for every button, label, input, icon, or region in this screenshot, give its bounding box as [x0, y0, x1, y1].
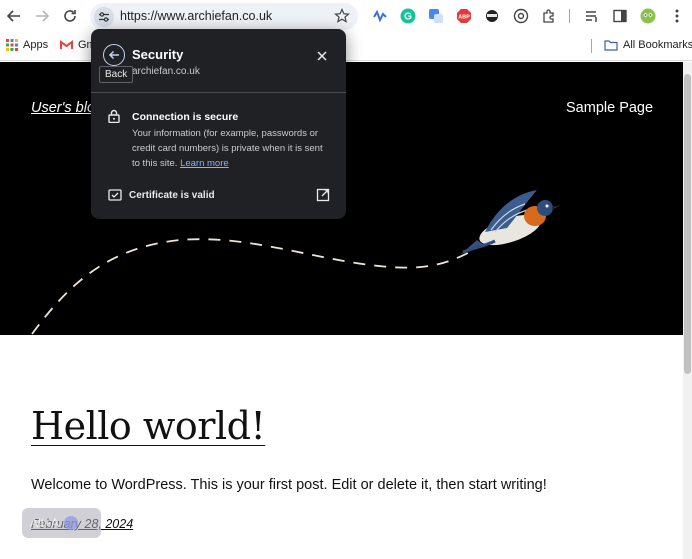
arrow-left-icon [108, 50, 119, 60]
bookmark-label: Apps [23, 39, 49, 51]
menu-button[interactable] [669, 8, 685, 24]
arrow-left-icon [7, 10, 20, 22]
shortcut-label: Alt+A [30, 516, 60, 530]
popup-back-button[interactable] [103, 44, 125, 66]
close-icon [317, 51, 327, 61]
back-tooltip: Back [99, 66, 134, 83]
connection-status-title: Connection is secure [132, 111, 239, 123]
toolbar-divider [569, 9, 570, 23]
back-button[interactable] [5, 7, 23, 25]
tune-icon [99, 12, 109, 22]
popup-host: archiefan.co.uk [132, 66, 200, 77]
certificate-icon [108, 189, 122, 201]
wave-icon [373, 10, 387, 22]
scroll-thumb[interactable] [684, 74, 691, 374]
ninja-icon [486, 10, 498, 22]
page-scrollbar[interactable] [683, 62, 692, 559]
bookmarks-divider [591, 39, 592, 53]
site-info-button[interactable] [94, 7, 114, 27]
all-bookmarks-button[interactable]: All Bookmarks [604, 39, 692, 51]
svg-text:G: G [404, 12, 412, 23]
arrow-right-icon [36, 10, 49, 22]
star-icon[interactable] [334, 8, 350, 24]
extension-translate[interactable] [428, 8, 444, 24]
profile-avatar[interactable] [640, 8, 656, 24]
reading-list-icon [586, 11, 597, 22]
site-security-popup: Security archiefan.co.uk Connection is s… [91, 29, 346, 219]
svg-text:ABP: ABP [458, 15, 470, 21]
bird-illustration [461, 190, 561, 254]
side-panel-icon [613, 9, 627, 23]
avatar-icon [640, 8, 656, 24]
translate-icon [429, 9, 443, 23]
puzzle-icon [543, 9, 554, 23]
side-panel-button[interactable] [612, 8, 628, 24]
extension-grammarly[interactable]: G [400, 8, 416, 24]
learn-more-link[interactable]: Learn more [180, 158, 229, 169]
lock-icon [108, 109, 120, 123]
url-text[interactable]: https://www.archiefan.co.uk [120, 9, 272, 23]
kebab-menu-icon [675, 9, 679, 23]
certificate-status[interactable]: Certificate is valid [129, 190, 215, 201]
folder-icon [604, 39, 618, 51]
popup-divider [91, 92, 346, 93]
address-bar[interactable]: https://www.archiefan.co.uk [90, 3, 358, 30]
assistant-dot-icon [64, 516, 79, 530]
extensions-button[interactable] [541, 8, 557, 24]
post-title-link[interactable]: Hello world! [31, 404, 266, 448]
reload-icon [64, 10, 76, 22]
apps-grid-icon [6, 39, 18, 51]
adblock-icon: ABP [457, 9, 471, 23]
floating-shortcut-pill[interactable]: Alt+A [22, 508, 101, 538]
connection-description: Your information (for example, passwords… [132, 126, 332, 171]
popup-close-button[interactable] [315, 49, 329, 63]
bookmark-apps[interactable]: Apps [6, 39, 48, 51]
popup-title: Security [132, 47, 184, 62]
extension-wave[interactable] [372, 8, 388, 24]
reading-list-button[interactable] [584, 8, 600, 24]
gmail-icon [60, 40, 73, 49]
openai-icon [513, 8, 529, 24]
post-body-text: Welcome to WordPress. This is your first… [31, 477, 547, 493]
forward-button[interactable] [33, 7, 51, 25]
extension-openai[interactable] [513, 8, 529, 24]
all-bookmarks-label: All Bookmarks [623, 39, 692, 51]
grammarly-icon: G [400, 8, 416, 24]
open-external-icon[interactable] [316, 188, 330, 202]
reload-button[interactable] [61, 7, 79, 25]
extension-ninja[interactable] [484, 8, 500, 24]
extension-adblock[interactable]: ABP [456, 8, 472, 24]
